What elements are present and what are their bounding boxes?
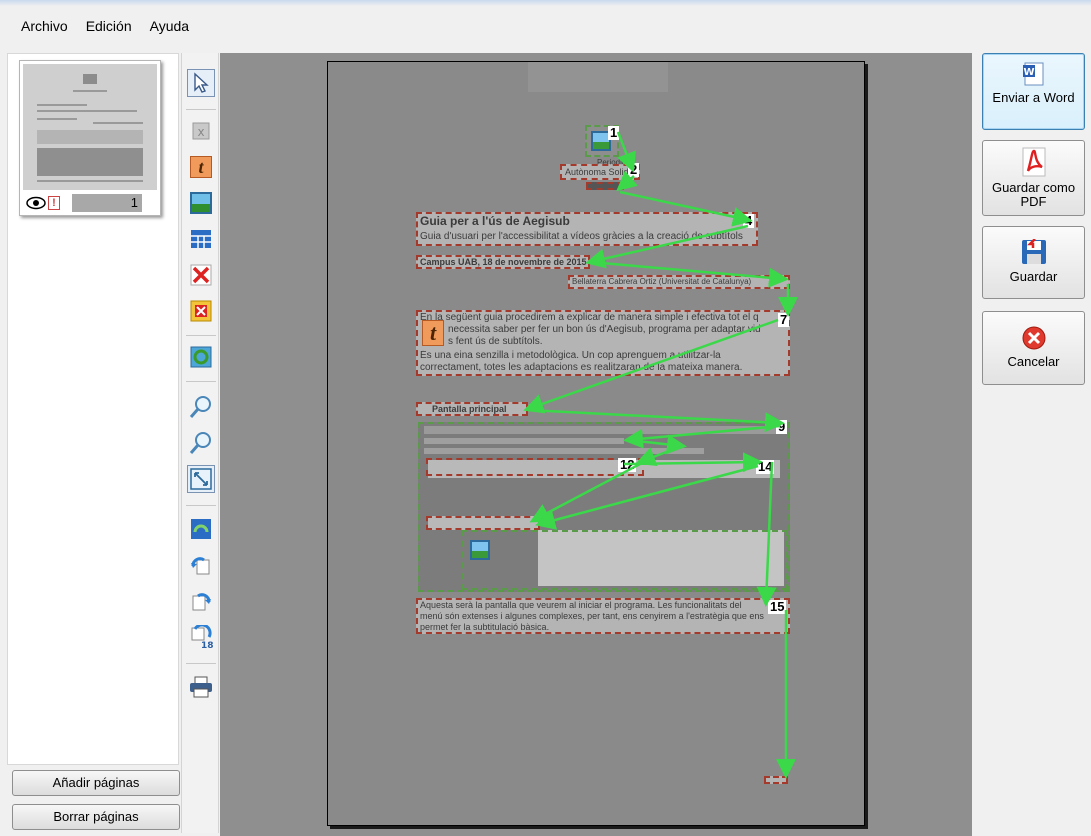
paragraph-line: permet fer la subtitulació bàsica. [420, 622, 550, 632]
region-badge: 14 [756, 459, 775, 474]
text-region[interactable] [426, 458, 644, 476]
date-text: Campus UAB, 18 de novembre de 2015 [420, 257, 587, 267]
text-region[interactable] [426, 516, 540, 530]
add-pages-button[interactable]: Añadir páginas [12, 770, 180, 796]
vertical-toolbar: x t 180 [181, 53, 219, 833]
reorder-icon[interactable] [187, 343, 215, 371]
save-as-pdf-label: Guardar como PDF [991, 180, 1076, 209]
svg-text:x: x [197, 125, 204, 139]
svg-text:W: W [1023, 67, 1034, 78]
title-text: Guia per a l'ús de Aegisub [420, 214, 570, 228]
save-icon [1021, 239, 1046, 264]
text-region[interactable]: Guia per a l'ús de Aegisub Guia d'usuari… [416, 212, 758, 246]
delete-region-icon[interactable]: x [187, 117, 215, 145]
print-icon[interactable] [187, 673, 215, 701]
pdf-icon [1022, 147, 1045, 177]
cancel-icon [1022, 326, 1045, 350]
region-badge: 12 [618, 457, 637, 472]
warning-icon: ! [48, 196, 60, 210]
table-region-icon[interactable] [187, 225, 215, 253]
svg-text:180: 180 [201, 641, 213, 649]
text-region[interactable]: En la següent guia procedirem a explicar… [416, 310, 790, 376]
paragraph-line: És una eina senzilla i metodològica. Un … [420, 350, 721, 361]
image-region[interactable] [462, 530, 788, 590]
heading-text: Pantalla principal [432, 404, 507, 414]
screenshot-region[interactable] [418, 422, 790, 592]
header-text: Autònoma Solid [565, 167, 629, 177]
menu-bar: Archivo Edición Ayuda [0, 10, 1091, 44]
zoom-in-icon[interactable] [187, 393, 215, 421]
remove-all-icon[interactable] [187, 297, 215, 325]
text-region[interactable] [586, 182, 624, 190]
text-region[interactable]: Campus UAB, 18 de novembre de 2015 [416, 255, 590, 269]
region-badge: 4 [743, 213, 755, 228]
thumbnail-panel: ! 1 [7, 53, 179, 765]
text-region[interactable]: Aquesta serà la pantalla que veurem al i… [416, 598, 790, 634]
action-panel: W Enviar a Word Guardar como PDF Guardar… [972, 53, 1091, 836]
paragraph-line: menú són extenses i algunes complexes, p… [420, 611, 764, 621]
window-top-border [0, 0, 1091, 6]
send-to-word-label: Enviar a Word [992, 90, 1075, 105]
delete-pages-button[interactable]: Borrar páginas [12, 804, 180, 830]
refresh-icon[interactable] [187, 515, 215, 543]
save-button[interactable]: Guardar [982, 226, 1085, 299]
paragraph-line: En la següent guia procedirem a explicar… [420, 312, 759, 323]
text-region[interactable]: Pantalla principal [416, 402, 528, 416]
save-label: Guardar [1009, 269, 1058, 284]
paragraph-line: Aquesta serà la pantalla que veurem al i… [420, 600, 742, 610]
text-region[interactable] [764, 776, 788, 784]
zoom-out-icon[interactable] [187, 429, 215, 457]
region-badge: 1 [608, 125, 620, 140]
rotate-180-icon[interactable]: 180 [187, 623, 215, 651]
menu-edicion[interactable]: Edición [77, 10, 141, 44]
remove-icon[interactable] [187, 261, 215, 289]
region-badge: 9 [776, 419, 788, 434]
paragraph-line: s fent ús de subtítols. [448, 336, 543, 347]
fit-page-icon[interactable] [187, 465, 215, 493]
text-region[interactable]: Bellaterra Cabrera Ortiz (Universitat de… [568, 275, 790, 289]
image-region-icon[interactable] [187, 189, 215, 217]
region-badge: 7 [778, 312, 790, 327]
thumbnail-image [23, 64, 157, 190]
cancel-button[interactable]: Cancelar [982, 311, 1085, 385]
document-page[interactable]: 1 Periodicio Autònoma Solid 2 Guia per a… [327, 61, 865, 826]
rotate-right-icon[interactable] [187, 587, 215, 615]
paragraph-line: correctament, totes les adaptacions es r… [420, 362, 743, 373]
send-to-word-button[interactable]: W Enviar a Word [982, 53, 1085, 130]
menu-ayuda[interactable]: Ayuda [141, 10, 198, 44]
document-canvas[interactable]: 1 Periodicio Autònoma Solid 2 Guia per a… [220, 53, 972, 836]
pointer-icon[interactable] [187, 69, 215, 97]
rotate-left-icon[interactable] [187, 551, 215, 579]
save-as-pdf-button[interactable]: Guardar como PDF [982, 140, 1085, 216]
menu-archivo[interactable]: Archivo [12, 10, 77, 44]
text-region-icon[interactable]: t [187, 153, 215, 181]
author-text: Bellaterra Cabrera Ortiz (Universitat de… [572, 277, 752, 286]
region-badge: 15 [768, 599, 787, 614]
page-thumbnail[interactable]: ! 1 [19, 60, 161, 216]
paragraph-line: necessita saber per fer un bon ús d'Aegi… [448, 324, 761, 335]
eye-icon[interactable] [26, 196, 46, 210]
word-icon: W [1022, 62, 1043, 86]
thumbnail-page-number: 1 [72, 194, 142, 212]
region-badge: 2 [628, 162, 640, 177]
cancel-label: Cancelar [1007, 354, 1060, 369]
text-type-icon: t [422, 320, 444, 346]
subtitle-text: Guia d'usuari per l'accessibilitat a víd… [420, 231, 743, 242]
